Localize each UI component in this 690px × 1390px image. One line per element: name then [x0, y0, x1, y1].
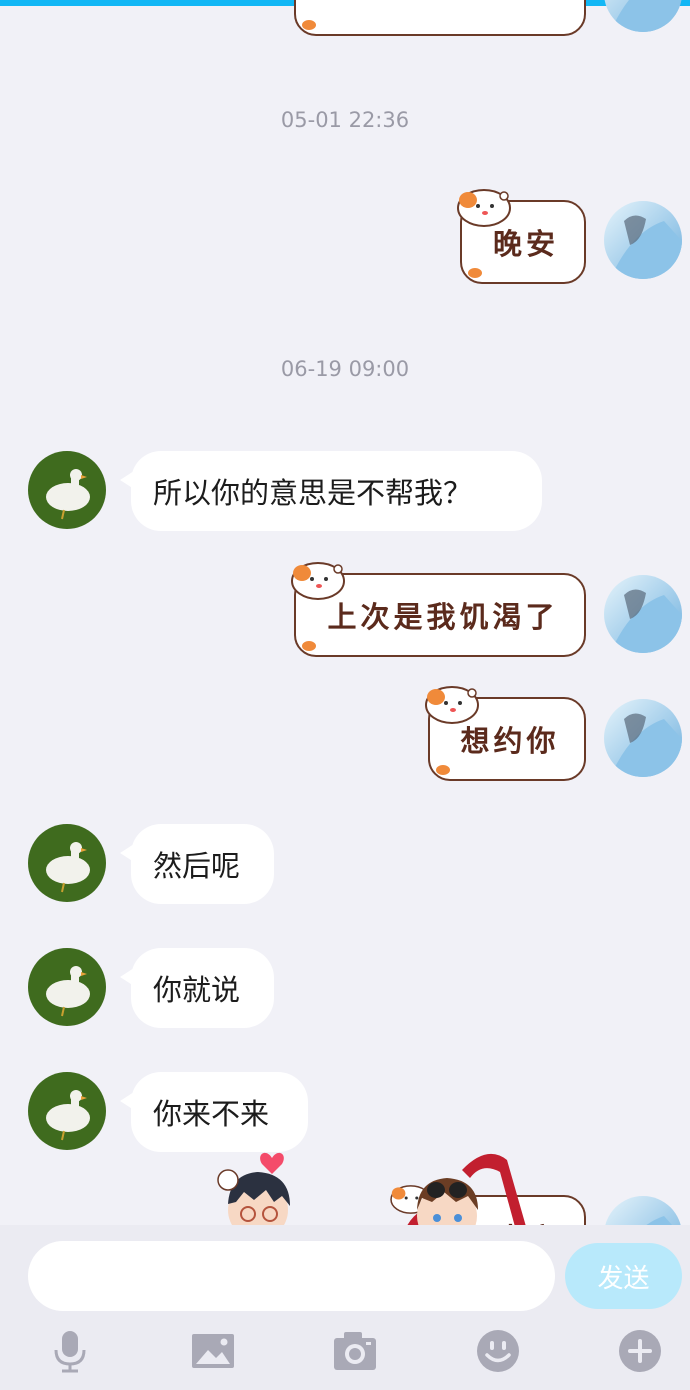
message-text: 上次是我饥渴了 [327, 600, 559, 634]
chat-bubble-sent[interactable]: 上次是我饥渴了 [291, 562, 586, 657]
send-button[interactable]: 发送 [565, 1243, 682, 1309]
chat-message-list[interactable]: 05-01 22:36 晚安 06-19 09:00 所以你的意思是不帮我？ 上… [0, 0, 690, 1225]
self-avatar[interactable] [604, 201, 682, 279]
self-avatar[interactable] [604, 0, 682, 32]
anime-boy-sticker-icon [217, 1152, 290, 1225]
self-avatar[interactable] [604, 699, 682, 777]
microphone-icon [54, 1331, 86, 1373]
message-input[interactable] [28, 1241, 555, 1311]
chat-bubble-received[interactable]: 然后呢 [120, 824, 274, 904]
contact-avatar[interactable] [28, 824, 106, 902]
image-button[interactable] [187, 1325, 239, 1377]
contact-avatar[interactable] [28, 948, 106, 1026]
input-bar: 发送 [0, 1225, 690, 1390]
contact-avatar[interactable] [28, 1072, 106, 1150]
image-icon [192, 1334, 234, 1368]
more-button[interactable] [614, 1325, 666, 1377]
chat-bubble-sent[interactable]: 想约你 [425, 686, 586, 781]
chat-bubble-received[interactable]: 所以你的意思是不帮我？ [120, 451, 542, 531]
emoji-icon [477, 1330, 519, 1372]
anime-boy-sunglasses-sticker-icon [407, 1153, 526, 1225]
hamster-sticker-icon [457, 189, 511, 227]
hamster-sticker-icon [425, 686, 479, 724]
timestamp: 05-01 22:36 [280, 108, 410, 132]
self-avatar[interactable] [604, 1196, 682, 1225]
camera-button[interactable] [329, 1325, 381, 1377]
voice-button[interactable] [44, 1325, 96, 1377]
chat-bubble-received[interactable]: 你就说 [120, 948, 274, 1028]
timestamp: 06-19 09:00 [280, 357, 410, 381]
message-text: 所以你的意思是不帮我？ [153, 476, 473, 510]
message-text: 你来不来 [153, 1097, 270, 1131]
hamster-sticker-icon [291, 562, 345, 600]
emoji-button[interactable] [472, 1325, 524, 1377]
message-text: 然后呢 [153, 849, 241, 883]
chat-bubble-sent-partial[interactable] [294, 0, 586, 36]
camera-icon [334, 1332, 376, 1370]
message-text: 你就说 [153, 973, 241, 1007]
plus-icon [619, 1330, 661, 1372]
contact-avatar[interactable] [28, 451, 106, 529]
chat-bubble-sent[interactable]: 晚安 [457, 189, 586, 284]
self-avatar[interactable] [604, 575, 682, 653]
